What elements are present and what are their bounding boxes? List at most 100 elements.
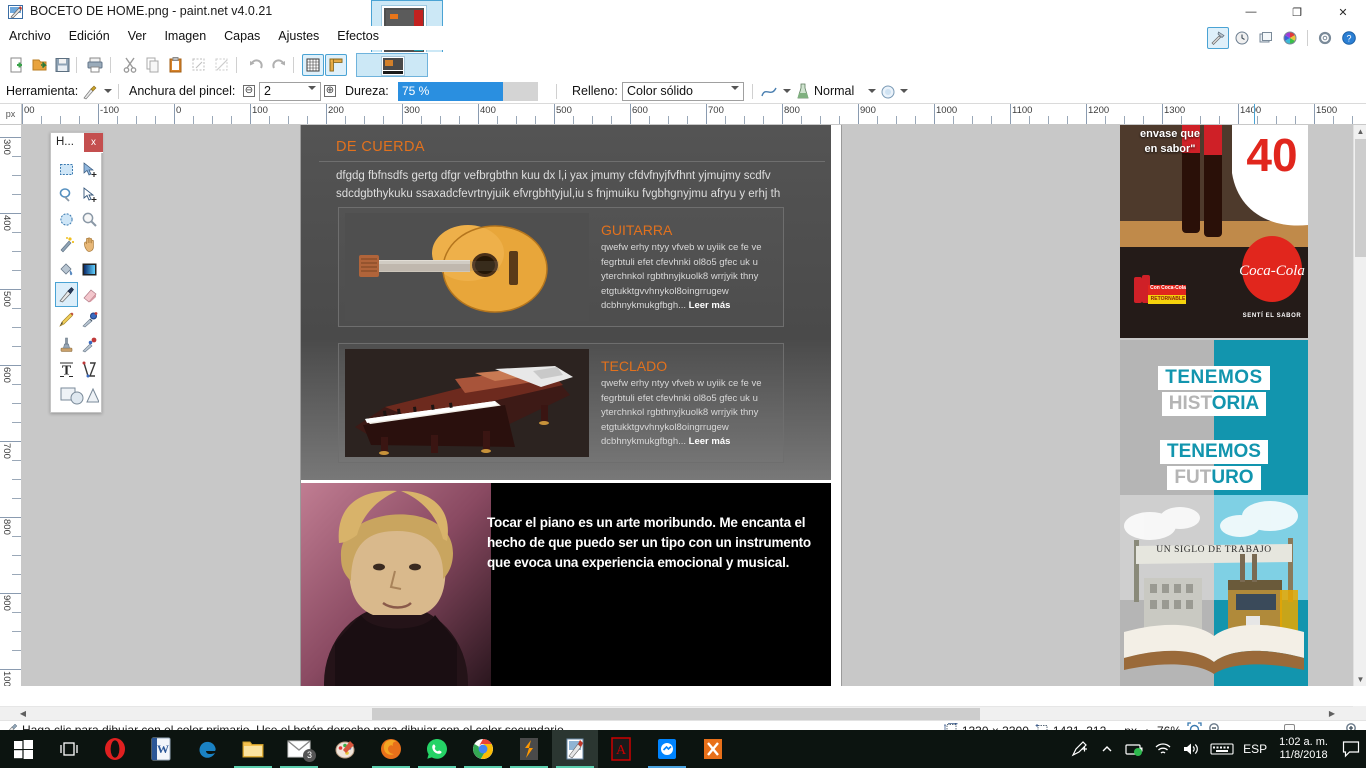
- magic-wand-tool[interactable]: [55, 232, 78, 257]
- vertical-ruler[interactable]: 300 400 500 600 700 800 900 1000: [0, 125, 22, 686]
- colors-window-icon[interactable]: [1279, 27, 1301, 49]
- ellipse-select-tool[interactable]: [55, 207, 78, 232]
- adobe-reader-icon[interactable]: A: [598, 730, 644, 768]
- help-icon[interactable]: ?: [1338, 27, 1360, 49]
- task-view-icon[interactable]: [46, 730, 92, 768]
- paintbrush-tool[interactable]: [55, 282, 78, 307]
- canvas-horizontal-scrollbar[interactable]: ◀ ▶: [0, 706, 1353, 720]
- new-icon[interactable]: [6, 54, 28, 76]
- opera-icon[interactable]: [92, 730, 138, 768]
- recolor-tool[interactable]: [78, 332, 101, 357]
- vertical-scroll-thumb[interactable]: [1355, 139, 1366, 257]
- file-explorer-icon[interactable]: [230, 730, 276, 768]
- pixel-grid-icon[interactable]: [302, 54, 324, 76]
- settings-icon[interactable]: [1314, 27, 1336, 49]
- menu-ajustes[interactable]: Ajustes: [269, 26, 328, 46]
- paint-bucket-tool[interactable]: [55, 257, 78, 282]
- open-image-thumbnail[interactable]: [356, 53, 428, 77]
- blend-mode-dropdown-icon[interactable]: [868, 89, 876, 93]
- volume-icon[interactable]: [1181, 739, 1201, 759]
- chrome-icon[interactable]: [460, 730, 506, 768]
- paint-icon[interactable]: [322, 730, 368, 768]
- language-indicator[interactable]: ESP: [1243, 742, 1267, 756]
- shapes-tool[interactable]: [55, 382, 101, 408]
- menu-imagen[interactable]: Imagen: [155, 26, 215, 46]
- menu-archivo[interactable]: Archivo: [0, 26, 60, 46]
- pencil-tool[interactable]: [55, 307, 78, 332]
- move-selected-tool[interactable]: [78, 157, 101, 182]
- leer-mas-link[interactable]: Leer más: [689, 300, 731, 311]
- scroll-right-icon[interactable]: ▶: [1325, 707, 1339, 721]
- redo-icon[interactable]: [268, 54, 290, 76]
- brush-width-increase-button[interactable]: ⊕: [324, 85, 336, 97]
- windows-start-icon[interactable]: [0, 730, 46, 768]
- keyboard-icon[interactable]: [1209, 739, 1235, 759]
- fill-select[interactable]: Color sólido: [622, 82, 744, 101]
- menu-efectos[interactable]: Efectos: [328, 26, 388, 46]
- crop-to-selection-icon[interactable]: [188, 54, 210, 76]
- menu-ver[interactable]: Ver: [119, 26, 156, 46]
- menu-capas[interactable]: Capas: [215, 26, 269, 46]
- move-selection-tool[interactable]: [78, 182, 101, 207]
- clone-stamp-tool[interactable]: [55, 332, 78, 357]
- maximize-button[interactable]: ❐: [1274, 0, 1320, 24]
- canvas-vertical-scrollbar[interactable]: ▲ ▼: [1353, 125, 1366, 686]
- color-picker-tool[interactable]: [78, 307, 101, 332]
- scroll-left-icon[interactable]: ◀: [16, 707, 30, 721]
- rectangle-select-tool[interactable]: [55, 157, 78, 182]
- word-icon[interactable]: W: [138, 730, 184, 768]
- paste-icon[interactable]: [165, 54, 187, 76]
- scroll-down-icon[interactable]: ▼: [1354, 673, 1366, 686]
- scroll-up-icon[interactable]: ▲: [1354, 125, 1366, 138]
- tool-dropdown-icon[interactable]: [104, 89, 112, 93]
- pan-tool[interactable]: [78, 232, 101, 257]
- paintbrush-icon[interactable]: [82, 84, 98, 100]
- text-tool[interactable]: T: [55, 357, 78, 382]
- line-curve-tool[interactable]: [78, 357, 101, 382]
- zoom-tool[interactable]: [78, 207, 101, 232]
- cut-icon[interactable]: [119, 54, 141, 76]
- firefox-icon[interactable]: [368, 730, 414, 768]
- canvas-viewport[interactable]: DE CUERDA dfgdg fbfnsdfs gertg dfgr vefb…: [22, 125, 1353, 686]
- rulers-icon[interactable]: [325, 54, 347, 76]
- copy-icon[interactable]: [142, 54, 164, 76]
- tenemos-historia-ad[interactable]: TENEMOS HISTORIA TENEMOS FUTURO UN SIGLO…: [1120, 340, 1308, 686]
- layers-window-icon[interactable]: [1255, 27, 1277, 49]
- lasso-select-tool[interactable]: [55, 182, 78, 207]
- action-center-icon[interactable]: [1340, 738, 1362, 760]
- xampp-icon[interactable]: [690, 730, 736, 768]
- deselect-all-icon[interactable]: [211, 54, 233, 76]
- antialiasing-icon[interactable]: [760, 84, 778, 100]
- leer-mas-link[interactable]: Leer más: [689, 436, 731, 447]
- gradient-tool[interactable]: [78, 257, 101, 282]
- tools-window-icon[interactable]: [1207, 27, 1229, 49]
- messenger-icon[interactable]: [644, 730, 690, 768]
- tools-palette-close-button[interactable]: x: [84, 133, 103, 152]
- image-canvas[interactable]: DE CUERDA dfgdg fbfnsdfs gertg dfgr vefb…: [301, 125, 1308, 686]
- paint-net-icon[interactable]: [552, 730, 598, 768]
- brush-width-decrease-button[interactable]: ⊖: [243, 85, 255, 97]
- hardness-slider[interactable]: 75 %: [398, 82, 538, 101]
- coca-cola-ad[interactable]: 40 Coca-Cola envase que en sabor" Con Co…: [1120, 125, 1308, 338]
- print-icon[interactable]: [84, 54, 106, 76]
- clock[interactable]: 1:02 a. m. 11/8/2018: [1275, 736, 1332, 762]
- sublime-text-icon[interactable]: [506, 730, 552, 768]
- tools-palette-window[interactable]: H... x T: [50, 132, 103, 413]
- horizontal-scroll-thumb[interactable]: [372, 708, 980, 720]
- color-wheel-icon[interactable]: [880, 84, 896, 100]
- color-wheel-dropdown-icon[interactable]: [900, 89, 908, 93]
- chevron-down-icon[interactable]: [308, 86, 316, 90]
- show-hidden-icons-icon[interactable]: [1097, 739, 1117, 759]
- menu-edicion[interactable]: Edición: [60, 26, 119, 46]
- brush-width-input[interactable]: 2: [259, 82, 321, 101]
- pen-input-icon[interactable]: [1069, 739, 1089, 759]
- minimize-button[interactable]: —: [1228, 0, 1274, 24]
- save-icon[interactable]: [52, 54, 74, 76]
- eraser-tool[interactable]: [78, 282, 101, 307]
- tools-palette-titlebar[interactable]: H... x: [51, 133, 103, 153]
- open-icon[interactable]: [29, 54, 51, 76]
- wifi-icon[interactable]: [1153, 739, 1173, 759]
- mail-icon[interactable]: 3: [276, 730, 322, 768]
- edge-icon[interactable]: [184, 730, 230, 768]
- antialiasing-dropdown-icon[interactable]: [783, 89, 791, 93]
